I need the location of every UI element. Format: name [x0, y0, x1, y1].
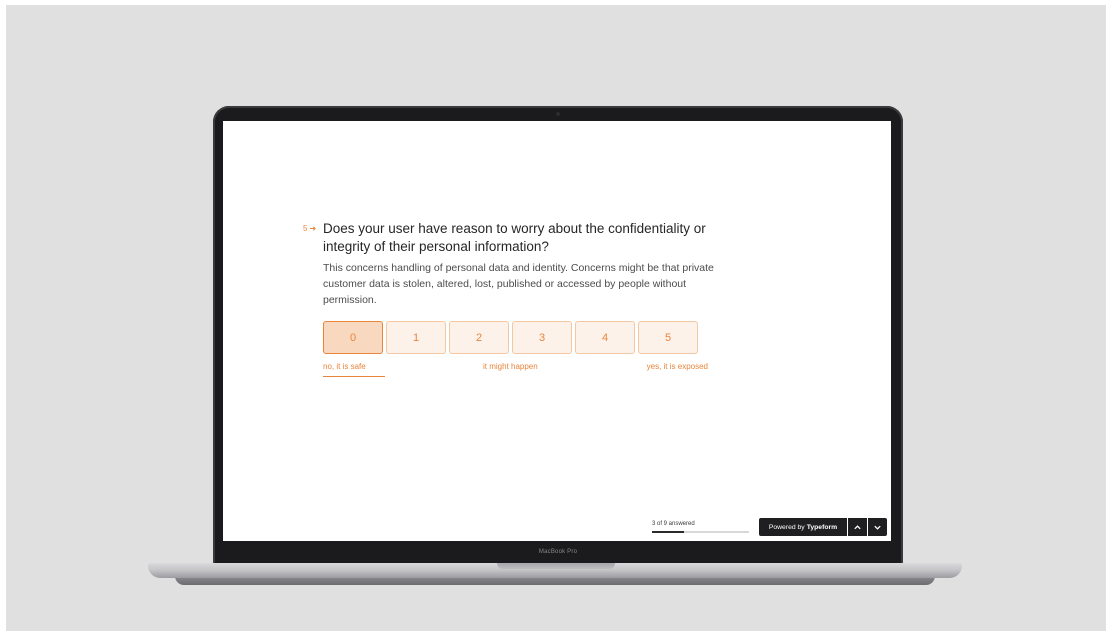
scale-option-1[interactable]: 1 [386, 321, 446, 354]
scale-label-right: yes, it is exposed [646, 362, 708, 371]
laptop-lid-notch [497, 563, 615, 569]
chevron-down-icon [874, 525, 881, 530]
progress-bar-fill [652, 531, 685, 533]
webcam-icon [556, 112, 560, 116]
scale-option-2[interactable]: 2 [449, 321, 509, 354]
question-title: Does your user have reason to worry abou… [323, 221, 706, 254]
chevron-up-icon [854, 524, 861, 529]
selected-label-underline [323, 376, 385, 377]
scale-option-5[interactable]: 5 [638, 321, 698, 354]
progress-text: 3 of 9 answered [652, 521, 695, 527]
scale-label-mid: it might happen [483, 362, 538, 371]
question-number-label: 5 [303, 224, 308, 233]
question-description: This concerns handling of personal data … [323, 262, 714, 306]
powered-by-typeform-badge[interactable]: Powered by Typeform [759, 518, 847, 536]
opinion-scale: 0 1 2 3 4 5 [323, 321, 698, 354]
powered-by-label: Powered by [768, 523, 805, 531]
scale-option-0[interactable]: 0 [323, 321, 383, 354]
scale-label-left: no, it is safe [323, 362, 366, 371]
scale-option-4[interactable]: 4 [575, 321, 635, 354]
laptop-screen: 5 ➜ Does your user have reason to worry … [223, 121, 891, 541]
typeform-brand: Typeform [806, 523, 838, 531]
progress-bar [652, 531, 749, 533]
question-number: 5 ➜ [303, 224, 316, 233]
device-brand-label: MacBook Pro [538, 549, 578, 555]
previous-question-button[interactable] [848, 518, 867, 536]
arrow-right-icon: ➜ [309, 224, 317, 233]
scale-option-3[interactable]: 3 [512, 321, 572, 354]
next-question-button[interactable] [868, 518, 887, 536]
